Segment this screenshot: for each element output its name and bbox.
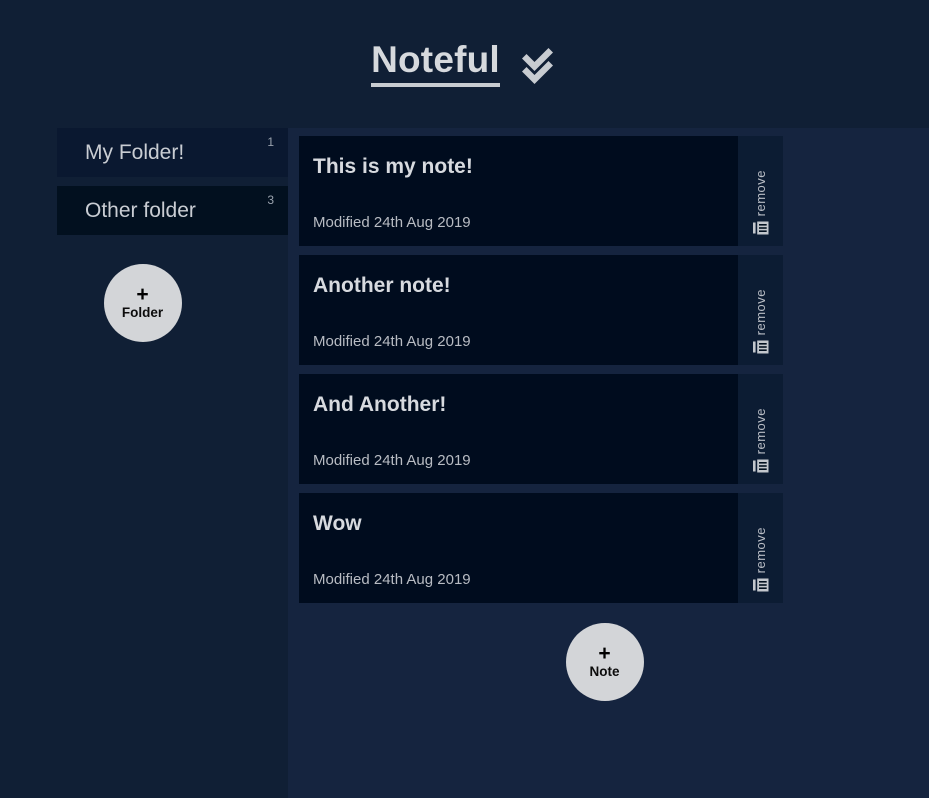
note-card[interactable]: Another note! Modified 24th Aug 2019 rem… [299,255,783,365]
note-body[interactable]: And Another! Modified 24th Aug 2019 [299,374,738,484]
note-modified-date: Modified 24th Aug 2019 [313,214,471,231]
note-title: Another note! [313,274,451,297]
add-note-container: + Note [288,623,929,701]
plus-icon: + [598,642,611,665]
note-list-icon [752,219,770,237]
folder-note-count: 1 [267,135,274,149]
remove-note-button[interactable]: remove [738,255,783,365]
folder-name: Other folder [85,198,196,222]
note-list-icon [752,338,770,356]
page-title[interactable]: Noteful [371,40,500,87]
note-body[interactable]: Another note! Modified 24th Aug 2019 [299,255,738,365]
add-folder-label: Folder [121,305,164,320]
note-body[interactable]: This is my note! Modified 24th Aug 2019 [299,136,738,246]
note-card[interactable]: And Another! Modified 24th Aug 2019 remo… [299,374,783,484]
app-root: Noteful My Folder! 1 Other folder 3 + Fo… [0,0,929,798]
sidebar: My Folder! 1 Other folder 3 + Folder [0,128,290,798]
note-modified-date: Modified 24th Aug 2019 [313,571,471,588]
folder-list: My Folder! 1 Other folder 3 [0,128,290,235]
note-title: And Another! [313,393,447,416]
add-folder-container: + Folder [0,264,288,342]
note-body[interactable]: Wow Modified 24th Aug 2019 [299,493,738,603]
note-list-icon [752,576,770,594]
remove-note-button[interactable]: remove [738,136,783,246]
add-folder-button[interactable]: + Folder [103,264,182,342]
sidebar-item-folder[interactable]: Other folder 3 [57,186,290,235]
note-card[interactable]: This is my note! Modified 24th Aug 2019 … [299,136,783,246]
note-modified-date: Modified 24th Aug 2019 [313,452,471,469]
add-note-button[interactable]: + Note [565,623,644,701]
main-layout: My Folder! 1 Other folder 3 + Folder Thi… [0,128,929,798]
brand[interactable]: Noteful [371,40,556,87]
plus-icon: + [136,283,149,306]
remove-note-button[interactable]: remove [738,493,783,603]
note-list-icon [752,457,770,475]
remove-note-label: remove [753,169,768,216]
note-title: Wow [313,512,362,535]
folder-name: My Folder! [85,140,185,164]
double-check-icon [516,43,556,85]
remove-note-label: remove [753,526,768,573]
folder-note-count: 3 [267,193,274,207]
notes-list: This is my note! Modified 24th Aug 2019 … [288,128,929,603]
remove-note-button[interactable]: remove [738,374,783,484]
add-note-label: Note [589,664,620,679]
sidebar-item-folder[interactable]: My Folder! 1 [57,128,290,177]
remove-note-label: remove [753,407,768,454]
note-card[interactable]: Wow Modified 24th Aug 2019 remove [299,493,783,603]
notes-panel: This is my note! Modified 24th Aug 2019 … [288,128,929,798]
note-title: This is my note! [313,155,473,178]
app-header: Noteful [0,0,929,128]
note-modified-date: Modified 24th Aug 2019 [313,333,471,350]
remove-note-label: remove [753,288,768,335]
